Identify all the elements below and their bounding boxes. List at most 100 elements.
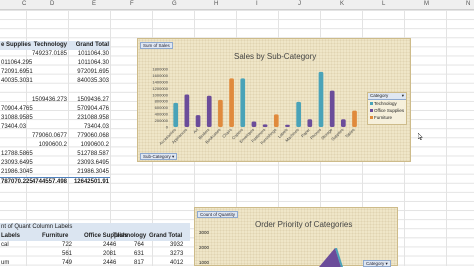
- column-header-d[interactable]: D: [50, 1, 54, 7]
- column-header-m[interactable]: M: [424, 1, 429, 7]
- pivot-cell[interactable]: 70904.4765: [1, 106, 33, 112]
- legend-swatch-furniture: [370, 116, 373, 119]
- pivot-cell[interactable]: 1011064.30: [78, 51, 109, 57]
- pivot-cell[interactable]: 73404.03: [84, 124, 109, 130]
- pivot-row: 1509436.273 1509436.27: [0, 96, 110, 105]
- bar-envelopes[interactable]: [251, 121, 257, 127]
- column-header-h[interactable]: H: [214, 1, 218, 7]
- sub-category-label: Sub-Category: [143, 154, 171, 159]
- bar-paper[interactable]: [307, 119, 313, 127]
- pivot-cell[interactable]: 749237.0185: [32, 51, 67, 57]
- bar-tables[interactable]: [352, 110, 357, 127]
- pivot2-row: cal 722 2446 764 3932: [0, 241, 190, 250]
- pivot2-col-furniture: Furniture: [42, 233, 69, 240]
- pivot-cell[interactable]: 1011064.30: [78, 60, 109, 66]
- total-technology: 4744557.498: [31, 179, 67, 186]
- column-header-n[interactable]: N: [466, 1, 470, 7]
- pivot-cell[interactable]: 21986.3045: [77, 169, 109, 175]
- column-header-l[interactable]: L: [382, 1, 385, 7]
- bar-appliances[interactable]: [184, 94, 190, 127]
- pivot-table-sales[interactable]: e Supplies Technology Grand Total 749237…: [0, 41, 110, 187]
- pivot-cell[interactable]: 972091.695: [77, 69, 109, 75]
- bar-supplies[interactable]: [341, 119, 346, 127]
- bar-machines[interactable]: [296, 101, 301, 127]
- pivot-cell[interactable]: 1509436.273: [32, 97, 67, 103]
- bar-phones[interactable]: [318, 71, 324, 127]
- category-filter-button[interactable]: Category ▾: [368, 93, 406, 100]
- order-priority-chart[interactable]: Count of Quantity Order Priority of Cate…: [194, 207, 398, 267]
- pivot2-cell[interactable]: 3932: [170, 242, 183, 248]
- pivot-cell[interactable]: 1090600.2: [39, 142, 67, 148]
- legend-swatch-technology: [370, 102, 373, 105]
- column-header-k[interactable]: K: [340, 1, 344, 7]
- bar-bookcases[interactable]: [218, 99, 223, 127]
- pivot-cell[interactable]: 23093.6495: [1, 160, 33, 166]
- pivot-row: 40035.3031 840035.303: [0, 77, 110, 86]
- y-tick-label: 0: [166, 125, 169, 130]
- total-grand: 12642501.91: [73, 179, 109, 186]
- pivot-table-quantity[interactable]: nt of Quant Column Labels Labels Furnitu…: [0, 223, 190, 268]
- pivot-total-row: 787070.225 4744557.498 12642501.91: [0, 177, 110, 186]
- pivot-row: 23093.6495 23093.6495: [0, 159, 110, 168]
- legend-header: Category: [370, 93, 389, 98]
- pivot2-cell[interactable]: 631: [134, 251, 144, 257]
- pivot2-cell[interactable]: cal: [1, 242, 9, 248]
- bar-accessories[interactable]: [173, 102, 179, 127]
- pivot2-cell[interactable]: 817: [134, 260, 144, 266]
- pivot-cell[interactable]: 512788.587: [77, 151, 109, 157]
- column-header-e[interactable]: E: [92, 1, 96, 7]
- bar-furnishings[interactable]: [273, 114, 279, 127]
- legend-label-technology: Technology: [374, 101, 397, 106]
- pivot2-col-labels: Labels: [1, 233, 21, 240]
- mouse-cursor-icon: [418, 133, 423, 140]
- bar-art[interactable]: [195, 115, 201, 127]
- pivot-cell[interactable]: 12788.5865: [1, 151, 33, 157]
- sales-chart-legend[interactable]: Category ▾ Technology Office Supplies Fu…: [367, 92, 407, 125]
- bar-copiers[interactable]: [240, 78, 246, 127]
- pivot2-cell[interactable]: um: [1, 260, 9, 266]
- dropdown-arrow-icon: ▾: [385, 261, 388, 266]
- column-header-f[interactable]: F: [130, 1, 134, 7]
- pivot-cell[interactable]: 1090600.2: [81, 142, 109, 148]
- bar-storage[interactable]: [329, 90, 335, 127]
- pivot2-cell[interactable]: 2446: [103, 242, 116, 248]
- bar-binders[interactable]: [206, 95, 212, 127]
- pivot-cell[interactable]: 31088.9585: [1, 115, 33, 121]
- y-tick-label: 200000: [155, 118, 169, 123]
- column-header-j[interactable]: J: [298, 1, 301, 7]
- pivot-row: 21986.3045 21986.3045: [0, 168, 110, 177]
- pivot-cell[interactable]: 779060.0677: [32, 133, 67, 139]
- pivot-cell[interactable]: 72091.6951: [1, 69, 33, 75]
- sub-category-field-button[interactable]: Sub-Category ▾: [140, 153, 178, 160]
- pivot-cell[interactable]: 840035.303: [77, 78, 109, 84]
- y-tick-label: 400000: [155, 112, 169, 117]
- pivot-cell[interactable]: 1509436.27: [77, 97, 109, 103]
- bar-chairs[interactable]: [229, 78, 234, 127]
- pivot-cell[interactable]: 231088.958: [77, 115, 109, 121]
- pivot-cell[interactable]: 779060.068: [77, 133, 109, 139]
- pivot-row: 12788.5865 512788.587: [0, 150, 110, 159]
- pivot2-cell[interactable]: 764: [134, 242, 144, 248]
- bar-labels[interactable]: [285, 124, 290, 127]
- pivot-cell[interactable]: 21986.3045: [1, 169, 33, 175]
- pivot2-cell[interactable]: 2446: [103, 260, 116, 266]
- column-header-g[interactable]: G: [172, 1, 177, 7]
- chart2-partial-bars: [319, 248, 343, 267]
- pivot2-cell[interactable]: 722: [62, 242, 72, 248]
- pivot2-cell[interactable]: 749: [62, 260, 72, 266]
- pivot-cell[interactable]: 73404.03: [1, 124, 26, 130]
- column-header-c[interactable]: C: [22, 1, 26, 7]
- pivot2-cell[interactable]: 4012: [170, 260, 183, 266]
- pivot2-cell[interactable]: 561: [62, 251, 72, 257]
- pivot-cell[interactable]: 570904.476: [77, 106, 109, 112]
- pivot2-header: nt of Quant Column Labels: [1, 224, 73, 230]
- pivot2-cell[interactable]: 2081: [103, 251, 116, 257]
- pivot2-row: 561 2081 631 3273: [0, 250, 190, 259]
- pivot-cell[interactable]: 23093.6495: [77, 160, 109, 166]
- pivot-cell[interactable]: 40035.3031: [1, 78, 33, 84]
- x-tick-label: Tables: [344, 127, 356, 139]
- pivot-cell[interactable]: 011064.295: [1, 60, 32, 66]
- bar-fasteners[interactable]: [262, 124, 268, 127]
- pivot2-cell[interactable]: 3273: [170, 251, 183, 257]
- column-header-i[interactable]: I: [256, 1, 258, 7]
